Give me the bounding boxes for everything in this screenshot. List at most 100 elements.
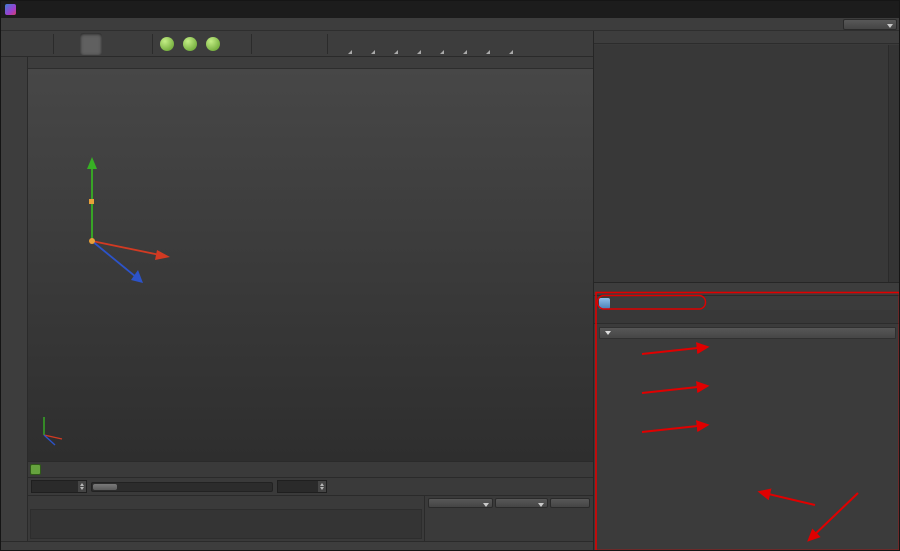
polygons-mode-button[interactable] xyxy=(3,203,25,225)
attribute-object-row xyxy=(594,296,899,310)
object-manager xyxy=(593,31,899,283)
toolbar-separator xyxy=(327,33,328,54)
viewport-scene xyxy=(28,69,593,461)
chevron-down-icon xyxy=(887,23,893,28)
viewport-solo-button[interactable] xyxy=(3,251,25,273)
animation-toolbar xyxy=(28,477,593,495)
lock-z-button[interactable] xyxy=(202,33,224,55)
flyout-corner-icon xyxy=(348,49,352,54)
brand-logo xyxy=(1,530,28,538)
gizmo-center-handle[interactable] xyxy=(89,238,95,244)
flyout-corner-icon xyxy=(463,49,467,54)
spinner-arrows[interactable] xyxy=(77,481,86,492)
move-button[interactable] xyxy=(80,32,102,55)
material-manager xyxy=(28,495,424,541)
mode-toolbar xyxy=(1,57,28,541)
viewport-background xyxy=(28,69,593,461)
points-mode-button[interactable] xyxy=(3,155,25,177)
lock-y-icon xyxy=(183,36,197,51)
live-selection-button[interactable] xyxy=(57,33,79,55)
flyout-corner-icon xyxy=(417,49,421,54)
render-view-button[interactable] xyxy=(255,33,277,55)
attribute-manager xyxy=(593,283,899,550)
om-menubar xyxy=(594,31,899,44)
current-frame-field[interactable] xyxy=(31,480,87,493)
make-editable-button[interactable] xyxy=(3,59,25,81)
lock-x-button[interactable] xyxy=(156,33,178,55)
subdivision-surface-button[interactable] xyxy=(377,33,399,55)
render-settings-button[interactable] xyxy=(301,33,323,55)
undo-button[interactable] xyxy=(4,33,26,55)
viewport[interactable] xyxy=(28,57,593,461)
texture-mode-button[interactable] xyxy=(3,107,25,129)
close-button[interactable] xyxy=(874,1,899,18)
statusbar xyxy=(1,541,593,550)
render-picture-viewer-button[interactable] xyxy=(278,33,300,55)
flyout-corner-icon xyxy=(486,49,490,54)
locked-workplane-button[interactable] xyxy=(3,299,25,321)
object-tree[interactable] xyxy=(594,45,888,282)
enable-snap-button[interactable] xyxy=(3,275,25,297)
rotate-button[interactable] xyxy=(126,33,148,55)
spinner-arrows[interactable] xyxy=(317,481,326,492)
redo-button[interactable] xyxy=(27,33,49,55)
scale-button[interactable] xyxy=(103,33,125,55)
array-generator-button[interactable] xyxy=(400,33,422,55)
dock-side-tabs xyxy=(888,45,899,282)
caps-rounding-section-header[interactable] xyxy=(599,327,896,339)
main-toolbar xyxy=(1,31,593,57)
titlebar xyxy=(1,1,899,18)
primitive-cube-button[interactable] xyxy=(331,33,353,55)
menubar xyxy=(1,18,899,31)
lock-z-icon xyxy=(206,36,220,51)
left-toolbar-items xyxy=(3,59,25,347)
layout-dropdown[interactable] xyxy=(843,18,897,30)
timeline-ruler[interactable] xyxy=(28,461,593,477)
model-mode-button[interactable] xyxy=(3,83,25,105)
material-menubar xyxy=(28,496,424,508)
edges-mode-button[interactable] xyxy=(3,179,25,201)
workplane-mode-button[interactable] xyxy=(3,131,25,153)
lock-y-button[interactable] xyxy=(179,33,201,55)
flyout-corner-icon xyxy=(394,49,398,54)
quantize-button[interactable] xyxy=(3,323,25,345)
camera-button[interactable] xyxy=(469,33,491,55)
timeline-slider-handle[interactable] xyxy=(93,484,117,490)
timeline-slider[interactable] xyxy=(91,482,273,492)
spline-pen-button[interactable] xyxy=(354,33,376,55)
toolbar-separator xyxy=(251,33,252,54)
light-button[interactable] xyxy=(492,33,514,55)
playhead[interactable] xyxy=(30,464,41,475)
flyout-corner-icon xyxy=(371,49,375,54)
lock-x-icon xyxy=(160,36,174,51)
chevron-down-icon xyxy=(483,503,490,507)
chevron-down-icon xyxy=(537,503,544,507)
flyout-corner-icon xyxy=(509,49,513,54)
size-mode-dropdown[interactable] xyxy=(495,498,548,508)
viewport-canvas[interactable] xyxy=(28,69,593,461)
viewport-menubar xyxy=(28,57,593,69)
coordinate-manager xyxy=(424,495,593,541)
menubar-right xyxy=(839,18,899,30)
am-menubar xyxy=(594,283,899,296)
maximize-button[interactable] xyxy=(847,1,874,18)
coord-mode-dropdown[interactable] xyxy=(428,498,494,508)
c4d-window xyxy=(0,0,900,551)
material-list-empty[interactable] xyxy=(30,509,422,539)
y-axis-handle[interactable] xyxy=(89,199,94,204)
apply-button[interactable] xyxy=(549,498,590,508)
minimize-button[interactable] xyxy=(820,1,847,18)
toolbar-separator xyxy=(152,33,153,54)
window-controls xyxy=(820,1,899,18)
end-frame-field[interactable] xyxy=(277,480,327,493)
floor-environment-button[interactable] xyxy=(446,33,468,55)
bend-deformer-button[interactable] xyxy=(423,33,445,55)
coord-bottom-row xyxy=(428,498,590,508)
attribute-tabs xyxy=(594,310,899,324)
flyout-corner-icon xyxy=(440,49,444,54)
chevron-down-icon xyxy=(605,331,611,335)
enable-axis-button[interactable] xyxy=(3,227,25,249)
app-icon xyxy=(5,4,16,15)
toolbar-items xyxy=(4,32,515,55)
coordinate-system-button[interactable] xyxy=(225,33,247,55)
